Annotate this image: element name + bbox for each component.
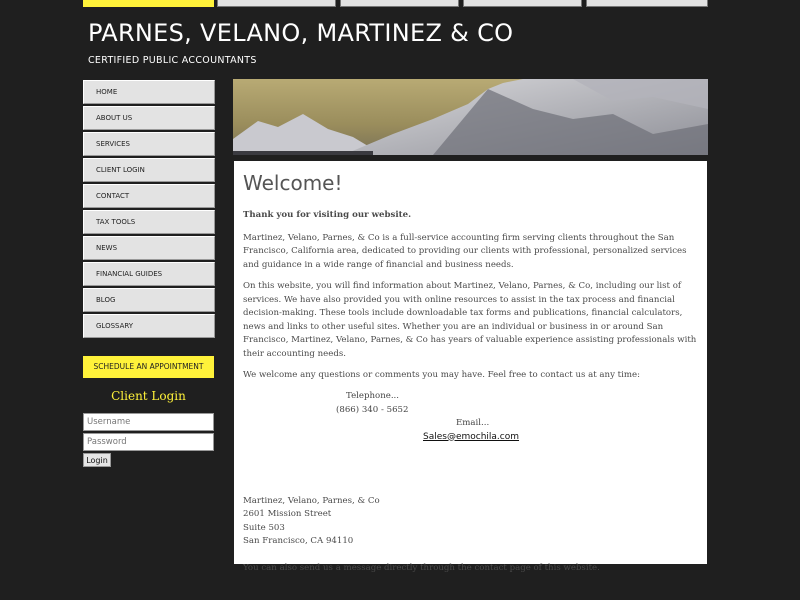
client-login-heading: Client Login (111, 389, 186, 403)
main-content: Welcome! Thank you for visiting our webs… (234, 161, 707, 573)
schedule-appointment-button[interactable]: SCHEDULE AN APPOINTMENT (83, 356, 214, 378)
top-tab-bar (83, 0, 708, 7)
phone-number: (866) 340 - 5652 (336, 404, 409, 415)
username-input[interactable] (83, 413, 214, 431)
top-tab-5[interactable] (586, 0, 708, 7)
sidebar-item-blog[interactable]: BLOG (83, 288, 215, 312)
address-line: Martinez, Velano, Parnes, & Co (243, 495, 380, 506)
contact-info: Telephone... (866) 340 - 5652 Email... S… (243, 391, 698, 495)
address-line: 2601 Mission Street (243, 509, 332, 519)
login-button[interactable]: Login (83, 453, 111, 467)
paragraph-about: Martinez, Velano, Parnes, & Co is a full… (243, 232, 687, 270)
address-block: Martinez, Velano, Parnes, & Co 2601 Miss… (243, 495, 698, 549)
email-label: Email... (456, 417, 490, 428)
sidebar-item-about-us[interactable]: ABOUT US (83, 106, 215, 130)
paragraph-contact-intro: We welcome any questions or comments you… (243, 370, 641, 380)
intro-text: Thank you for visiting our website. (243, 210, 412, 220)
email-link[interactable]: Sales@emochila.com (423, 432, 519, 442)
top-tab-4[interactable] (463, 0, 582, 7)
sidebar-item-services[interactable]: SERVICES (83, 132, 215, 156)
sidebar-nav: HOME ABOUT US SERVICES CLIENT LOGIN CONT… (83, 80, 215, 340)
mountain-banner-image (233, 79, 708, 155)
sidebar-item-news[interactable]: NEWS (83, 236, 215, 260)
top-tab-2[interactable] (217, 0, 336, 7)
top-tab-1[interactable] (83, 0, 214, 7)
sidebar-item-contact[interactable]: CONTACT (83, 184, 215, 208)
paragraph-resources: On this website, you will find informati… (243, 281, 697, 359)
phone-label: Telephone... (346, 390, 400, 401)
page-title: Welcome! (243, 171, 343, 195)
top-tab-3[interactable] (340, 0, 459, 7)
sidebar-item-tax-tools[interactable]: TAX TOOLS (83, 210, 215, 234)
site-subtitle: CERTIFIED PUBLIC ACCOUNTANTS (88, 55, 257, 66)
sidebar-item-client-login[interactable]: CLIENT LOGIN (83, 158, 215, 182)
sidebar-item-glossary[interactable]: GLOSSARY (83, 314, 215, 338)
address-line: San Francisco, CA 94110 (243, 536, 354, 546)
sidebar-item-home[interactable]: HOME (83, 80, 215, 104)
closing-text: You can also send us a message directly … (243, 562, 600, 573)
site-title: PARNES, VELANO, MARTINEZ & CO (88, 19, 514, 47)
password-input[interactable] (83, 433, 214, 451)
address-line: Suite 503 (243, 522, 285, 533)
sidebar-item-financial-guides[interactable]: FINANCIAL GUIDES (83, 262, 215, 286)
